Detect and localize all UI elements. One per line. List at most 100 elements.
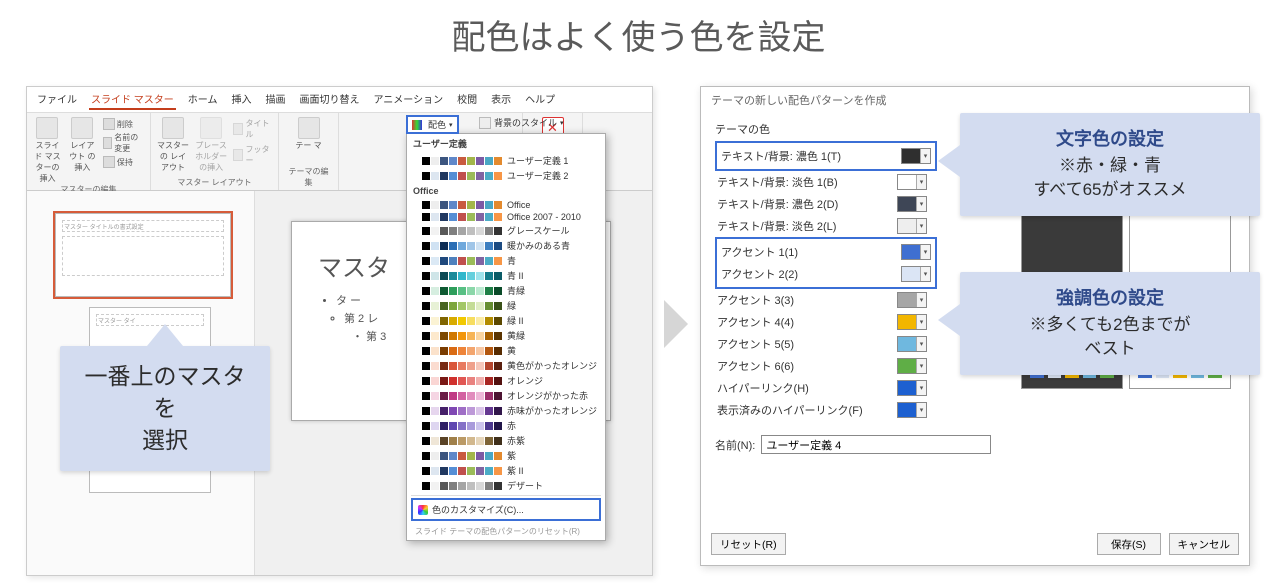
callout-sub: ※多くても2色までが ベスト (976, 313, 1244, 361)
theme-color-label: テキスト/背景: 濃色 1(T) (721, 148, 841, 164)
chevron-down-icon: ▾ (916, 403, 926, 417)
colors-dropdown: ユーザー定義 ユーザー定義 1ユーザー定義 2 Office OfficeOff… (406, 133, 606, 541)
insert-placeholder-button[interactable]: プレースホルダー の挿入 (195, 117, 227, 173)
highlighted-color-group: テキスト/背景: 濃色 1(T) ▾ (715, 141, 937, 171)
color-scheme-item[interactable]: デザート (407, 478, 605, 493)
color-scheme-item[interactable]: 青 (407, 253, 605, 268)
reset-colors-button[interactable]: スライド テーマの配色パターンのリセット(R) (407, 523, 605, 540)
theme-color-row: テキスト/背景: 濃色 2(D)▾ (715, 193, 929, 215)
color-picker-button[interactable]: ▾ (897, 358, 927, 374)
color-scheme-item[interactable]: Office 2007 - 2010 (407, 211, 605, 223)
color-scheme-item[interactable]: 黄緑 (407, 328, 605, 343)
ribbon-tab[interactable]: スライド マスター (89, 89, 176, 110)
group-theme-edit-label: テーマの編集 (285, 166, 332, 188)
color-scheme-item[interactable]: オレンジがかった赤 (407, 388, 605, 403)
slide-master-thumbnail[interactable]: 1 マスター タイトルの書式設定 (55, 213, 231, 297)
color-picker-button[interactable]: ▾ (897, 380, 927, 396)
color-scheme-item[interactable]: 緑 II (407, 313, 605, 328)
theme-color-row: アクセント 1(1)▾ (719, 241, 933, 263)
color-scheme-item[interactable]: 黄色がかったオレンジ (407, 358, 605, 373)
cancel-button[interactable]: キャンセル (1169, 533, 1240, 555)
ribbon-body: スライド マス ターの挿入 レイアウト の挿入 削除 名前の変更 保持 マスター… (27, 113, 652, 191)
ribbon-tab[interactable]: 画面切り替え (297, 89, 361, 110)
color-scheme-item[interactable]: ユーザー定義 1 (407, 153, 605, 168)
theme-color-row: アクセント 5(5)▾ (715, 333, 929, 355)
rename-button[interactable]: 名前の変更 (103, 131, 144, 155)
callout-sub: ※赤・緑・青 すべて65がオススメ (976, 154, 1244, 202)
footer-checkbox[interactable]: フッター (233, 143, 272, 167)
theme-name-input[interactable] (761, 435, 991, 454)
colors-button[interactable]: 配色 ▾ (406, 115, 459, 134)
title-checkbox[interactable]: タイトル (233, 117, 272, 141)
dropdown-office-rows: OfficeOffice 2007 - 2010グレースケール暖かみのある青青青… (407, 199, 605, 493)
ribbon-tab[interactable]: アニメーション (371, 89, 445, 110)
background-style-button[interactable]: 背景のスタイル ▾ (479, 116, 564, 129)
callout-title: 強調色の設定 (976, 286, 1244, 311)
chevron-down-icon: ▾ (560, 119, 564, 127)
placeholder-label: プレースホルダー の挿入 (195, 140, 227, 173)
insert-master-label: スライド マス ターの挿入 (33, 140, 62, 184)
theme-button[interactable]: テー マ (290, 117, 328, 151)
color-scheme-item[interactable]: 紫 (407, 448, 605, 463)
master-layout-button[interactable]: マスターの レイアウト (157, 117, 189, 173)
color-scheme-item[interactable]: 紫 II (407, 463, 605, 478)
ribbon-tabs: ファイルスライド マスターホーム挿入描画画面切り替えアニメーション校閲表示ヘルプ (27, 87, 652, 113)
theme-color-label: アクセント 4(4) (717, 314, 794, 330)
dropdown-user-rows: ユーザー定義 1ユーザー定義 2 (407, 153, 605, 183)
theme-color-row: アクセント 4(4) ▾ (715, 311, 929, 333)
theme-color-row: テキスト/背景: 淡色 2(L)▾ (715, 215, 929, 237)
color-picker-button[interactable]: ▾ (897, 402, 927, 418)
color-scheme-item[interactable]: 赤 (407, 418, 605, 433)
color-picker-button[interactable]: ▾ (901, 244, 931, 260)
ribbon-tab[interactable]: 校閲 (455, 89, 479, 110)
color-picker-button[interactable]: ▾ (897, 314, 927, 330)
highlighted-color-group: アクセント 1(1)▾ アクセント 2(2) ▾ (715, 237, 937, 289)
reset-button[interactable]: リセット(R) (711, 533, 786, 555)
color-scheme-item[interactable]: 赤紫 (407, 433, 605, 448)
master-title-left: マスタ (318, 248, 390, 283)
ribbon-tab[interactable]: ホーム (186, 89, 220, 110)
color-scheme-item[interactable]: Office (407, 199, 605, 211)
ribbon-tab[interactable]: ファイル (35, 89, 79, 110)
customize-colors-button[interactable]: 色のカスタマイズ(C)... (411, 498, 601, 521)
chevron-down-icon: ▾ (449, 121, 453, 129)
bgstyle-label: 背景のスタイル (494, 116, 557, 129)
color-picker-button[interactable]: ▾ (897, 196, 927, 212)
ribbon-tab[interactable]: 表示 (489, 89, 513, 110)
chevron-down-icon: ▾ (916, 219, 926, 233)
insert-layout-button[interactable]: レイアウト の挿入 (68, 117, 97, 173)
callout-text: 一番上のマスタを 選択 (76, 360, 254, 457)
color-scheme-item[interactable]: 暖かみのある青 (407, 238, 605, 253)
theme-color-row: アクセント 6(6)▾ (715, 355, 929, 377)
color-picker-button[interactable]: ▾ (897, 218, 927, 234)
color-scheme-item[interactable]: 黄 (407, 343, 605, 358)
chevron-down-icon: ▾ (916, 381, 926, 395)
ribbon-tab[interactable]: 挿入 (229, 89, 253, 110)
color-picker-button[interactable]: ▾ (897, 174, 927, 190)
color-picker-button[interactable]: ▾ (897, 336, 927, 352)
chevron-down-icon: ▾ (920, 245, 930, 259)
callout-text-color: 文字色の設定 ※赤・緑・青 すべて65がオススメ (960, 113, 1260, 216)
color-scheme-item[interactable]: 青緑 (407, 283, 605, 298)
color-scheme-item[interactable]: オレンジ (407, 373, 605, 388)
ribbon-tab[interactable]: ヘルプ (523, 89, 557, 110)
save-button[interactable]: 保存(S) (1097, 533, 1161, 555)
callout-title: 文字色の設定 (976, 127, 1244, 152)
theme-color-label: アクセント 2(2) (721, 266, 798, 282)
delete-button[interactable]: 削除 (103, 117, 144, 131)
theme-color-row: テキスト/背景: 濃色 1(T) ▾ (719, 145, 933, 167)
color-scheme-item[interactable]: ユーザー定義 2 (407, 168, 605, 183)
color-picker-button[interactable]: ▾ (901, 148, 931, 164)
color-picker-button[interactable]: ▾ (897, 292, 927, 308)
preserve-button[interactable]: 保持 (103, 155, 144, 169)
ribbon-tab[interactable]: 描画 (263, 89, 287, 110)
color-scheme-item[interactable]: 青 II (407, 268, 605, 283)
theme-color-row: ハイパーリンク(H)▾ (715, 377, 929, 399)
insert-slide-master-button[interactable]: スライド マス ターの挿入 (33, 117, 62, 184)
color-scheme-item[interactable]: 赤味がかったオレンジ (407, 403, 605, 418)
chevron-down-icon: ▾ (916, 175, 926, 189)
color-scheme-item[interactable]: グレースケール (407, 223, 605, 238)
chevron-down-icon: ▾ (916, 197, 926, 211)
color-picker-button[interactable]: ▾ (901, 266, 931, 282)
color-scheme-item[interactable]: 緑 (407, 298, 605, 313)
